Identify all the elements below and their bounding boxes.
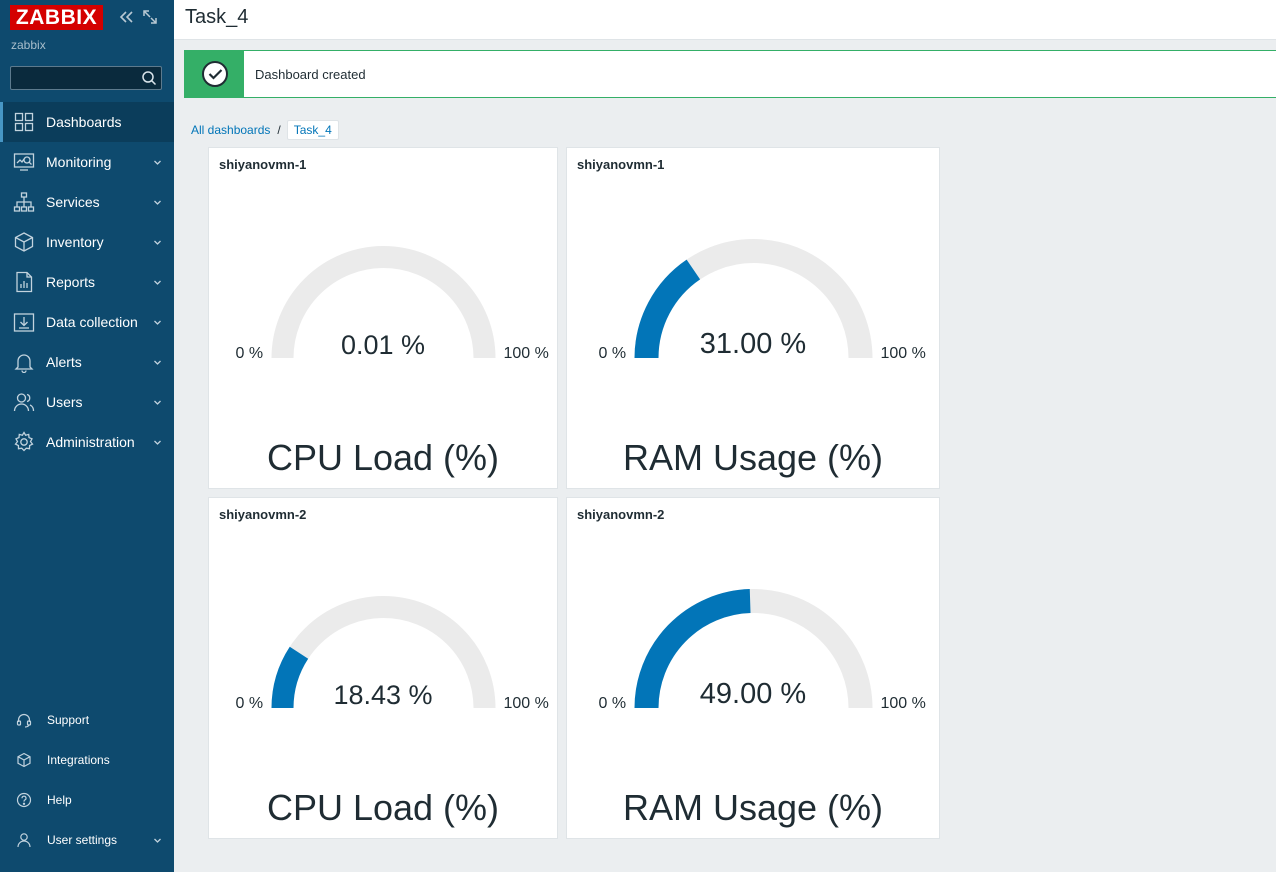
gauge-max-label: 100 % — [503, 695, 549, 712]
sidebar-item-label: Reports — [46, 274, 96, 290]
expand-icon[interactable] — [141, 8, 159, 26]
services-icon — [13, 191, 35, 213]
monitoring-icon — [13, 151, 35, 173]
chevron-down-icon — [153, 836, 162, 845]
search-box — [10, 66, 162, 90]
message-text: Dashboard created — [255, 67, 366, 82]
sidebar-item-label: Monitoring — [46, 154, 112, 170]
sidebar-item-label: Administration — [46, 434, 135, 450]
gauge-description: CPU Load (%) — [266, 437, 500, 478]
gauge-widget[interactable]: shiyanovmn-2 18.43 % 0 % 100 % CPU Load … — [208, 497, 558, 839]
reports-icon — [13, 271, 35, 293]
sidebar-item-label: Support — [47, 713, 90, 727]
gauge-min-label: 0 % — [598, 695, 627, 712]
gauge-description: CPU Load (%) — [266, 787, 500, 828]
zabbix-logo[interactable]: ZABBIX — [10, 5, 103, 30]
sidebar-item-support[interactable]: Support — [0, 700, 174, 740]
user-icon — [16, 832, 32, 848]
gauge-description: RAM Usage (%) — [622, 437, 884, 478]
sidebar-item-user-settings[interactable]: User settings — [0, 820, 174, 860]
gauge-max-label: 100 % — [880, 345, 926, 362]
chevron-down-icon — [153, 278, 162, 287]
gauge-max-label: 100 % — [503, 345, 549, 362]
gear-icon — [13, 431, 35, 453]
chevron-down-icon — [153, 438, 162, 447]
sidebar-item-administration[interactable]: Administration — [0, 422, 174, 462]
gauge-widget[interactable]: shiyanovmn-1 31.00 % 0 % 100 % RAM Usage… — [566, 147, 940, 489]
sidebar-item-integrations[interactable]: Integrations — [0, 740, 174, 780]
chevron-down-icon — [153, 318, 162, 327]
data-collection-icon — [13, 311, 35, 333]
gauge-min-label: 0 % — [235, 345, 264, 362]
sidebar-item-dashboards[interactable]: Dashboards — [0, 102, 174, 142]
gauge-min-label: 0 % — [598, 345, 627, 362]
sidebar-item-reports[interactable]: Reports — [0, 262, 174, 302]
page-title: Task_4 — [185, 6, 249, 28]
main-nav: Dashboards Monitoring Services Inventory — [0, 102, 174, 462]
sidebar-item-monitoring[interactable]: Monitoring — [0, 142, 174, 182]
users-icon — [13, 391, 35, 413]
gauge-description: RAM Usage (%) — [622, 787, 884, 828]
help-icon — [16, 792, 32, 808]
bell-icon — [13, 351, 35, 373]
search-icon[interactable] — [141, 70, 157, 86]
breadcrumb: All dashboards / Task_4 — [191, 119, 339, 141]
integrations-icon — [16, 752, 32, 768]
sidebar-item-label: Data collection — [46, 314, 138, 330]
chevron-down-icon — [153, 398, 162, 407]
bottom-nav: Support Integrations Help User settings — [0, 700, 174, 860]
chevron-down-icon — [153, 198, 162, 207]
breadcrumb-separator: / — [277, 123, 281, 137]
sidebar: ZABBIX zabbix Dashboards Monitoring Serv… — [0, 0, 174, 872]
success-icon-box — [185, 51, 244, 97]
headset-icon — [16, 712, 32, 728]
sidebar-item-inventory[interactable]: Inventory — [0, 222, 174, 262]
sidebar-item-label: Integrations — [47, 753, 110, 767]
dashboard-icon — [13, 111, 35, 133]
sidebar-item-label: Services — [46, 194, 100, 210]
sidebar-item-label: Dashboards — [46, 114, 122, 130]
gauge-widget[interactable]: shiyanovmn-2 49.00 % 0 % 100 % RAM Usage… — [566, 497, 940, 839]
double-chevron-left-icon[interactable] — [117, 8, 135, 26]
instance-name: zabbix — [11, 38, 46, 52]
breadcrumb-all-dashboards[interactable]: All dashboards — [191, 123, 270, 137]
search-input[interactable] — [11, 67, 139, 89]
chevron-down-icon — [153, 158, 162, 167]
gauge-widget[interactable]: shiyanovmn-1 0.01 % 0 % 100 % CPU Load (… — [208, 147, 558, 489]
breadcrumb-current[interactable]: Task_4 — [286, 120, 339, 140]
sidebar-item-label: Inventory — [46, 234, 104, 250]
chevron-down-icon — [153, 358, 162, 367]
check-circle-icon — [202, 61, 228, 87]
page-header: Task_4 — [174, 0, 1276, 40]
sidebar-item-label: User settings — [47, 833, 118, 847]
gauge-max-label: 100 % — [880, 695, 926, 712]
success-message: Dashboard created — [184, 50, 1276, 98]
chevron-down-icon — [153, 238, 162, 247]
inventory-icon — [13, 231, 35, 253]
sidebar-item-users[interactable]: Users — [0, 382, 174, 422]
sidebar-item-label: Alerts — [46, 354, 82, 370]
sidebar-item-data-collection[interactable]: Data collection — [0, 302, 174, 342]
sidebar-item-alerts[interactable]: Alerts — [0, 342, 174, 382]
sidebar-item-services[interactable]: Services — [0, 182, 174, 222]
gauge-min-label: 0 % — [235, 695, 264, 712]
sidebar-item-help[interactable]: Help — [0, 780, 174, 820]
sidebar-item-label: Users — [46, 394, 83, 410]
sidebar-item-label: Help — [47, 793, 72, 807]
